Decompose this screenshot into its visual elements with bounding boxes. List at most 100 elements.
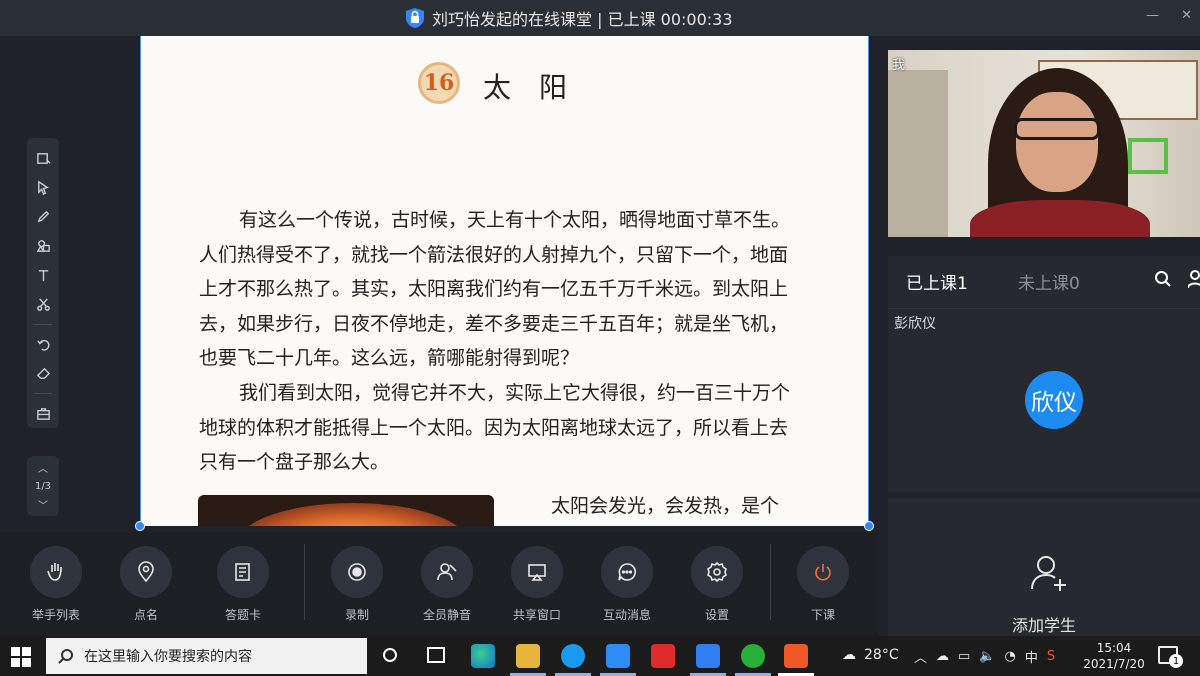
qq-browser-icon[interactable] <box>561 644 585 668</box>
minimize-icon[interactable]: — <box>1146 8 1159 23</box>
share-window-label: 共享窗口 <box>512 608 561 622</box>
cortana-icon[interactable] <box>383 648 397 662</box>
add-user-icon <box>1031 556 1066 591</box>
document-page[interactable]: 16 太阳 有这么一个传说，古时候，天上有十个太阳，晒得地面寸草不生。人们热得受… <box>140 36 869 526</box>
user-icon[interactable] <box>1188 270 1200 288</box>
text-icon[interactable] <box>31 264 55 287</box>
mute-all-button[interactable]: 全员静音 <box>412 546 482 623</box>
raise-hand-icon <box>47 563 62 581</box>
volume-icon[interactable]: 🔈 <box>979 649 995 664</box>
answer-card-button[interactable]: 答题卡 <box>208 546 278 623</box>
raise-hand-list-button[interactable]: 举手列表 <box>21 546 91 623</box>
clock-time: 15:04 <box>1096 641 1132 655</box>
student-card[interactable]: 彭欣仪 欣仪 <box>888 308 1200 492</box>
toolbox-icon[interactable] <box>31 402 55 425</box>
record-button[interactable]: 录制 <box>322 546 392 623</box>
settings-icon <box>707 561 727 583</box>
shield-icon <box>406 8 424 28</box>
page-down-icon[interactable]: ﹀ <box>38 497 48 512</box>
lesson-number: 16 <box>418 62 460 104</box>
tab-not-joined[interactable]: 未上课0 <box>1018 269 1080 294</box>
wifi-icon[interactable]: ◔ <box>1005 649 1016 664</box>
temperature: 28°C <box>864 647 899 663</box>
whiteboard-toolbar <box>27 138 59 428</box>
weather-cloud-icon: ☁ <box>842 647 856 663</box>
lesson-title: 太阳 <box>483 71 596 104</box>
page-indicator: 1/3 <box>34 480 52 492</box>
end-class-label: 下课 <box>810 608 835 622</box>
interactive-messages-label: 互动消息 <box>602 608 651 622</box>
toolbar-divider <box>34 392 52 394</box>
settings-label: 设置 <box>704 608 729 622</box>
control-divider <box>770 544 771 620</box>
cloud-sync-icon[interactable]: ☁ <box>936 649 949 664</box>
roll-call-label: 点名 <box>133 608 158 622</box>
location-pin-icon <box>138 561 154 583</box>
windows-start-icon[interactable] <box>10 646 32 668</box>
taskbar-search-input[interactable]: 在这里输入你要搜索的内容 <box>46 638 367 674</box>
add-student-card[interactable]: 添加学生 <box>888 498 1200 636</box>
page-up-icon[interactable]: ︿ <box>38 460 48 475</box>
share-window-button[interactable]: 共享窗口 <box>502 546 572 623</box>
notification-badge: 1 <box>1169 654 1183 668</box>
interactive-messages-button[interactable]: 互动消息 <box>592 546 662 623</box>
resize-handle-right[interactable] <box>864 521 874 531</box>
title-center: 刘巧怡发起的在线课堂 | 已上课 00:00:33 <box>404 6 733 30</box>
mute-all-icon <box>437 563 457 581</box>
system-tray: ︿ ☁ ▭ 🔈 ◔ 中 S <box>914 647 1055 666</box>
camera-label: 我 <box>892 58 906 73</box>
feishu-icon[interactable] <box>606 644 630 668</box>
clock-date: 2021/7/20 <box>1083 657 1145 671</box>
classroom-app-icon[interactable] <box>784 644 808 668</box>
ime-indicator[interactable]: 中 <box>1025 647 1038 666</box>
roll-call-button[interactable]: 点名 <box>111 546 181 623</box>
weather-widget[interactable]: ☁ 28°C <box>842 647 899 663</box>
undo-icon[interactable] <box>31 333 55 356</box>
sun-photo <box>198 495 494 526</box>
control-bar: 举手列表 点名 答题卡 录制 全员静音 共享窗口 互动消息 设置 下课 <box>0 532 878 636</box>
resize-handle-left[interactable] <box>135 521 145 531</box>
tab-joined[interactable]: 已上课1 <box>906 269 968 294</box>
battery-icon[interactable]: ▭ <box>958 649 970 664</box>
participant-tabs: 已上课1 未上课0 <box>888 256 1200 308</box>
search-icon[interactable] <box>1154 270 1172 288</box>
paragraph-3: 太阳会发光，会发热，是个 <box>551 495 780 517</box>
edge-icon[interactable] <box>471 644 495 668</box>
answer-card-icon <box>235 563 250 581</box>
wps-icon[interactable] <box>651 644 675 668</box>
avatar: 欣仪 <box>1025 371 1083 429</box>
file-explorer-icon[interactable] <box>516 644 540 668</box>
mute-all-label: 全员静音 <box>422 608 471 622</box>
close-icon[interactable]: ✕ <box>1181 8 1192 23</box>
wechat-icon[interactable] <box>741 644 765 668</box>
search-icon <box>58 649 73 664</box>
tablet-app-icon[interactable] <box>696 644 720 668</box>
toolbar-divider <box>34 323 52 325</box>
page-navigator: ︿ 1/3 ﹀ <box>27 456 59 516</box>
raise-hand-list-label: 举手列表 <box>31 608 80 622</box>
pen-icon[interactable] <box>31 205 55 228</box>
select-box-icon[interactable] <box>31 147 55 170</box>
task-view-icon[interactable] <box>427 647 445 663</box>
windows-taskbar: 在这里输入你要搜索的内容 ☁ 28°C ︿ ☁ ▭ 🔈 ◔ 中 S 15:04 … <box>0 636 1200 676</box>
record-icon <box>348 563 366 581</box>
right-panel: 我 已上课1 未上课0 彭欣仪 欣仪 添加学生 <box>878 36 1200 636</box>
paragraph-2: 我们看到太阳，觉得它并不大，实际上它大得很，约一百三十万个地球的体积才能抵得上一… <box>199 382 791 473</box>
chat-icon <box>618 563 636 581</box>
scissors-icon[interactable] <box>31 293 55 316</box>
end-class-button[interactable]: 下课 <box>788 546 858 623</box>
window-title: 刘巧怡发起的在线课堂 | 已上课 00:00:33 <box>432 10 733 29</box>
search-placeholder: 在这里输入你要搜索的内容 <box>84 649 252 665</box>
pointer-icon[interactable] <box>31 176 55 199</box>
settings-button[interactable]: 设置 <box>682 546 752 623</box>
paragraph-1: 有这么一个传说，古时候，天上有十个太阳，晒得地面寸草不生。人们热得受不了，就找一… <box>199 209 791 369</box>
system-clock[interactable]: 15:04 2021/7/20 <box>1082 640 1146 672</box>
record-label: 录制 <box>344 608 369 622</box>
shapes-icon[interactable] <box>31 234 55 257</box>
power-icon <box>815 564 831 581</box>
eraser-icon[interactable] <box>31 362 55 385</box>
chevron-up-icon[interactable]: ︿ <box>914 647 927 666</box>
answer-card-label: 答题卡 <box>224 608 261 622</box>
share-screen-icon <box>528 564 546 581</box>
sogou-ime-icon[interactable]: S <box>1047 649 1055 664</box>
